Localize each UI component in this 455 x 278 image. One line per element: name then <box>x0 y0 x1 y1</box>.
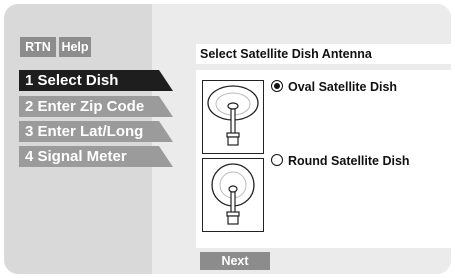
page-title: Select Satellite Dish Antenna <box>196 44 451 64</box>
radio-unselected-icon[interactable] <box>271 154 283 166</box>
dish-options-area: Oval Satellite Dish Round Satellite Dish <box>196 70 451 248</box>
round-dish-label: Round Satellite Dish <box>288 154 410 168</box>
round-dish-option[interactable]: Round Satellite Dish <box>271 153 410 169</box>
step-select-dish[interactable]: 1 Select Dish <box>19 70 173 91</box>
oval-dish-label: Oval Satellite Dish <box>288 80 398 94</box>
radio-selected-icon[interactable] <box>271 80 283 92</box>
rtn-button[interactable]: RTN <box>20 37 56 57</box>
step-enter-lat-long[interactable]: 3 Enter Lat/Long <box>19 121 173 142</box>
help-button[interactable]: Help <box>59 37 91 57</box>
step-enter-zip-code[interactable]: 2 Enter Zip Code <box>19 96 173 117</box>
oval-dish-icon[interactable] <box>202 80 264 154</box>
oval-dish-option[interactable]: Oval Satellite Dish <box>271 79 397 95</box>
next-button[interactable]: Next <box>200 252 270 270</box>
round-dish-icon[interactable] <box>202 158 264 232</box>
step-signal-meter[interactable]: 4 Signal Meter <box>19 146 173 167</box>
